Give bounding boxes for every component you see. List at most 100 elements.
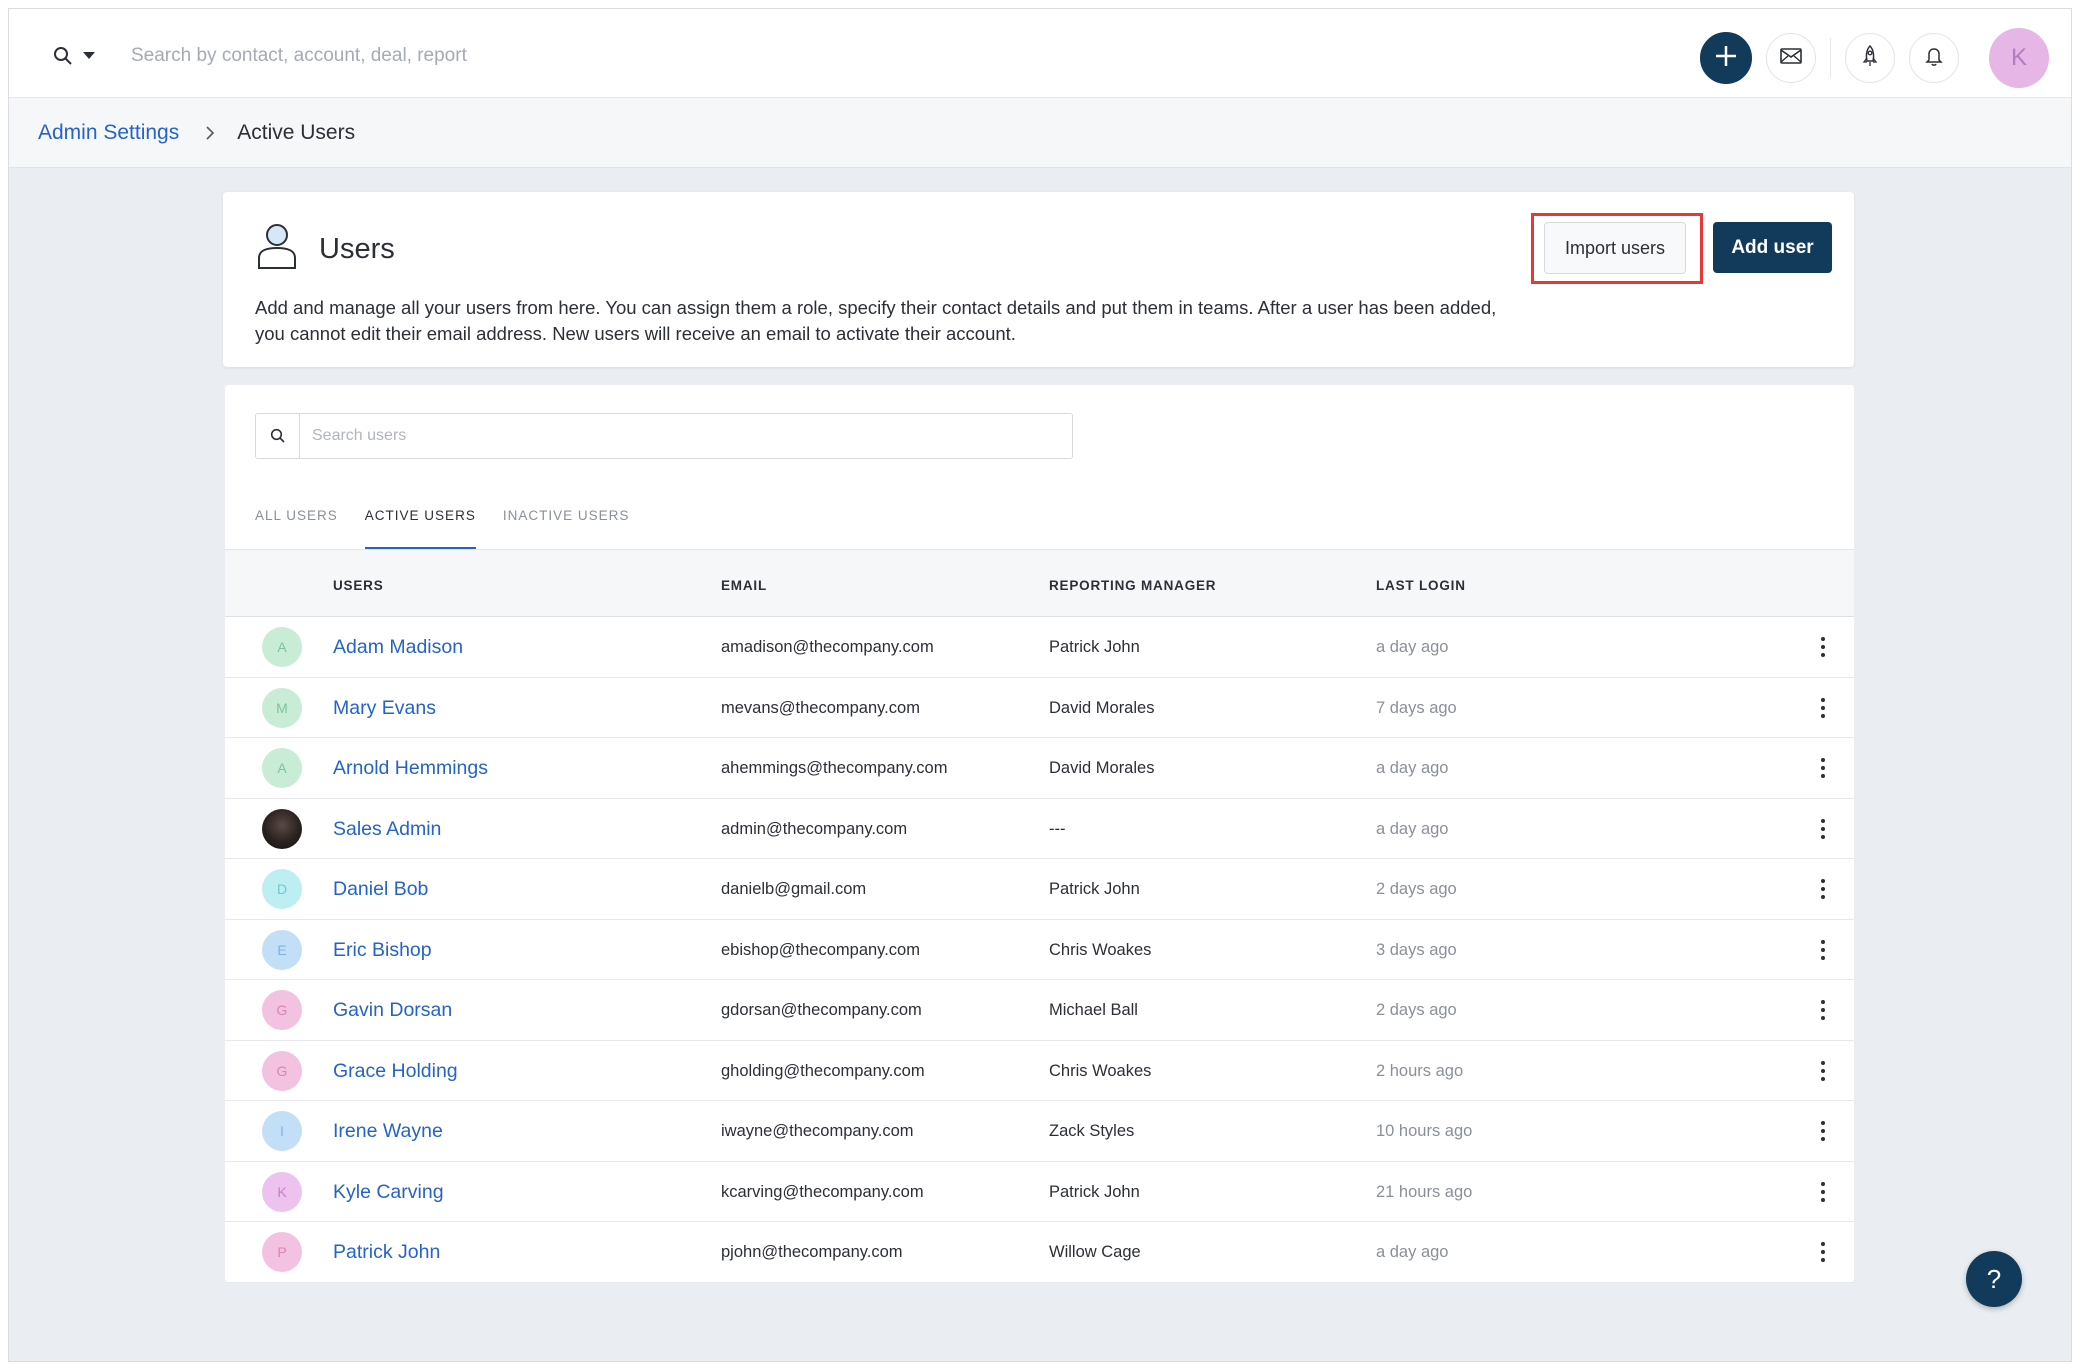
tab-active-users[interactable]: ACTIVE USERS xyxy=(364,506,476,549)
user-avatar: A xyxy=(262,748,302,788)
user-name-link[interactable]: Kyle Carving xyxy=(333,1181,444,1204)
table-row[interactable]: A Adam Madison amadison@thecompany.com Patr… xyxy=(225,617,1854,678)
user-name-link[interactable]: Arnold Hemmings xyxy=(333,757,488,780)
reporting-manager: Chris Woakes xyxy=(1049,1061,1152,1080)
breadcrumb-current: Active Users xyxy=(237,120,356,144)
user-avatar: E xyxy=(262,929,302,970)
reporting-manager: David Morales xyxy=(1049,759,1155,777)
add-user-button[interactable]: Add user xyxy=(1713,222,1832,273)
reporting-manager: Chris Woakes xyxy=(1049,940,1152,959)
user-avatar: G xyxy=(262,990,302,1030)
user-email: mevans@thecompany.com xyxy=(721,698,920,717)
user-name-link[interactable]: Gavin Dorsan xyxy=(333,999,452,1022)
table-header: USERS EMAIL REPORTING MANAGER LAST LOGIN xyxy=(225,549,1854,617)
reporting-manager: David Morales xyxy=(1049,698,1155,717)
table-row[interactable]: E Eric Bishop ebishop@thecompany.com Chris … xyxy=(225,920,1854,980)
more-options-icon[interactable] xyxy=(1812,1055,1834,1087)
reporting-manager: Michael Ball xyxy=(1049,1001,1138,1019)
table-row[interactable]: I Irene Wayne iwayne@thecompany.com Zack St… xyxy=(225,1101,1854,1162)
column-header-reporting-manager[interactable]: REPORTING MANAGER xyxy=(1049,578,1216,593)
more-options-icon[interactable] xyxy=(1812,813,1834,845)
last-login: 3 days ago xyxy=(1376,940,1457,959)
more-options-icon[interactable] xyxy=(1812,1236,1834,1268)
user-name-link[interactable]: Sales Admin xyxy=(333,818,441,841)
toolbar-divider xyxy=(1830,38,1831,78)
user-email: kcarving@thecompany.com xyxy=(721,1182,924,1201)
more-options-icon[interactable] xyxy=(1812,752,1834,784)
more-options-icon[interactable] xyxy=(1812,994,1834,1026)
user-email: gdorsan@thecompany.com xyxy=(721,1001,922,1019)
more-options-icon[interactable] xyxy=(1812,873,1834,905)
page-description: Add and manage all your users from here.… xyxy=(255,297,1497,344)
breadcrumb-admin-settings-link[interactable]: Admin Settings xyxy=(38,121,179,145)
user-name-link[interactable]: Patrick John xyxy=(333,1241,440,1264)
more-options-icon[interactable] xyxy=(1812,934,1834,966)
global-search-input[interactable] xyxy=(131,39,1031,73)
last-login: 10 hours ago xyxy=(1376,1122,1473,1140)
last-login: 2 days ago xyxy=(1376,880,1457,898)
user-name-link[interactable]: Adam Madison xyxy=(333,636,463,659)
search-scope-toggle[interactable] xyxy=(53,41,113,71)
user-name-link[interactable]: Mary Evans xyxy=(333,697,436,720)
help-button[interactable]: ? xyxy=(1966,1251,2022,1307)
last-login: a day ago xyxy=(1376,1243,1449,1261)
more-options-icon[interactable] xyxy=(1812,1176,1834,1208)
user-avatar: G xyxy=(262,1050,302,1091)
tab-inactive-users[interactable]: INACTIVE USERS xyxy=(503,506,630,549)
whats-new-button[interactable] xyxy=(1845,33,1895,83)
search-users-input[interactable] xyxy=(312,422,1052,450)
user-name-link[interactable]: Irene Wayne xyxy=(333,1120,443,1143)
mail-icon xyxy=(1780,47,1802,70)
column-header-last-login[interactable]: LAST LOGIN xyxy=(1376,578,1466,593)
notifications-button[interactable] xyxy=(1909,33,1959,83)
more-options-icon[interactable] xyxy=(1812,692,1834,724)
reporting-manager: Willow Cage xyxy=(1049,1243,1141,1261)
table-row[interactable]: Sales Admin admin@thecompany.com --- a day … xyxy=(225,799,1854,859)
column-header-users[interactable]: USERS xyxy=(333,578,384,593)
user-email: pjohn@thecompany.com xyxy=(721,1243,903,1261)
create-new-button[interactable] xyxy=(1700,32,1752,84)
table-row[interactable]: A Arnold Hemmings ahemmings@thecompany.com… xyxy=(225,738,1854,799)
user-name-link[interactable]: Eric Bishop xyxy=(333,939,432,962)
last-login: 2 hours ago xyxy=(1376,1061,1464,1080)
table-row[interactable]: K Kyle Carving kcarving@thecompany.com Patr… xyxy=(225,1162,1854,1222)
table-row[interactable]: P Patrick John pjohn@thecompany.com Willow … xyxy=(225,1222,1854,1283)
user-email: ahemmings@thecompany.com xyxy=(721,759,948,777)
user-email: ebishop@thecompany.com xyxy=(721,940,920,959)
user-avatar: M xyxy=(262,687,302,728)
tab-all-users[interactable]: ALL USERS xyxy=(255,506,338,549)
table-row[interactable]: M Mary Evans mevans@thecompany.com David Mo… xyxy=(225,678,1854,738)
reporting-manager: Zack Styles xyxy=(1049,1122,1135,1140)
search-icon xyxy=(53,46,73,66)
top-bar: K xyxy=(9,9,2071,98)
user-avatar[interactable]: K xyxy=(1989,28,2049,88)
table-row[interactable]: D Daniel Bob danielb@gmail.com Patrick John… xyxy=(225,859,1854,920)
user-icon xyxy=(256,222,298,275)
table-row[interactable]: G Grace Holding gholding@thecompany.com Chr… xyxy=(225,1041,1854,1101)
last-login: 7 days ago xyxy=(1376,698,1457,717)
last-login: a day ago xyxy=(1376,819,1449,838)
user-avatar: D xyxy=(262,869,302,909)
reporting-manager: Patrick John xyxy=(1049,880,1140,898)
breadcrumb: Admin Settings Active Users xyxy=(9,98,2071,168)
table-row[interactable]: G Gavin Dorsan gdorsan@thecompany.com Micha… xyxy=(225,980,1854,1041)
user-search-box xyxy=(255,413,1073,459)
user-avatar: K xyxy=(262,1171,302,1212)
chevron-right-icon xyxy=(205,125,215,141)
more-options-icon[interactable] xyxy=(1812,631,1834,663)
caret-down-icon xyxy=(83,52,95,60)
last-login: 2 days ago xyxy=(1376,1001,1457,1019)
search-icon xyxy=(256,414,300,458)
mail-button[interactable] xyxy=(1766,33,1816,83)
user-email: danielb@gmail.com xyxy=(721,880,867,898)
user-avatar: A xyxy=(262,627,302,667)
app-window: K Admin Settings Active Users Users Add … xyxy=(8,8,2072,1362)
users-panel: ALL USERS ACTIVE USERS INACTIVE USERS US… xyxy=(225,385,1854,1283)
import-users-button[interactable]: Import users xyxy=(1544,222,1686,274)
user-name-link[interactable]: Grace Holding xyxy=(333,1060,458,1083)
bell-icon xyxy=(1925,46,1943,71)
more-options-icon[interactable] xyxy=(1812,1115,1834,1147)
column-header-email[interactable]: EMAIL xyxy=(721,578,767,593)
last-login: 21 hours ago xyxy=(1376,1182,1473,1201)
user-name-link[interactable]: Daniel Bob xyxy=(333,878,428,901)
